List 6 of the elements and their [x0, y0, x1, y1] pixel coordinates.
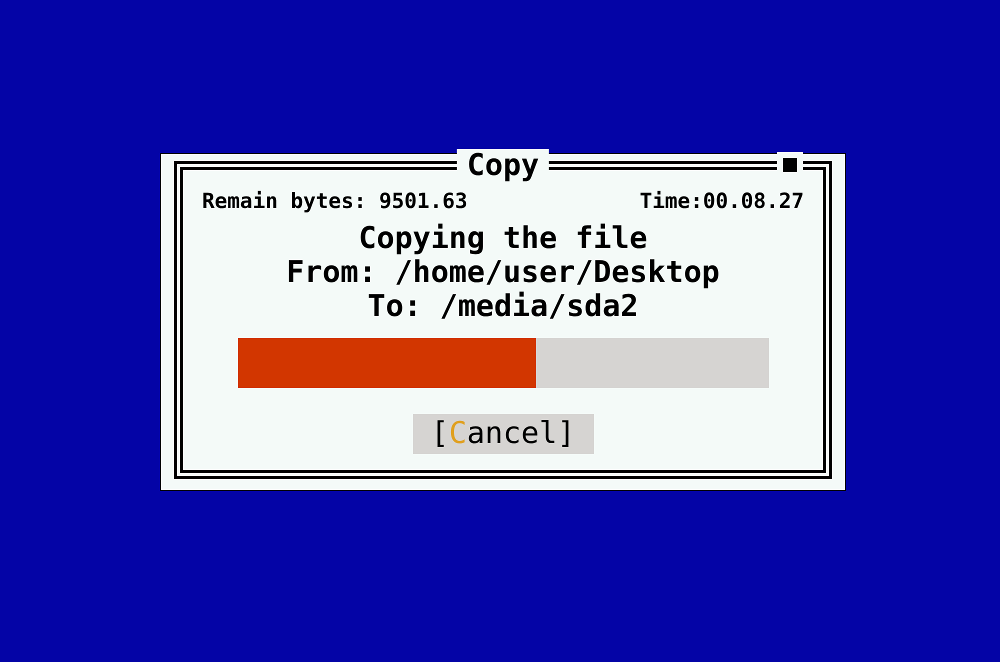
remain-bytes-label: Remain bytes: 9501.63: [202, 189, 468, 213]
copy-message: Copying the file From: /home/user/Desktop To: /media/sda2: [286, 222, 720, 324]
close-icon[interactable]: [783, 158, 797, 172]
time-label: Time:00.08.27: [640, 189, 804, 213]
cancel-button[interactable]: [Cancel]: [412, 414, 594, 454]
dialog-title: Copy: [456, 149, 550, 183]
